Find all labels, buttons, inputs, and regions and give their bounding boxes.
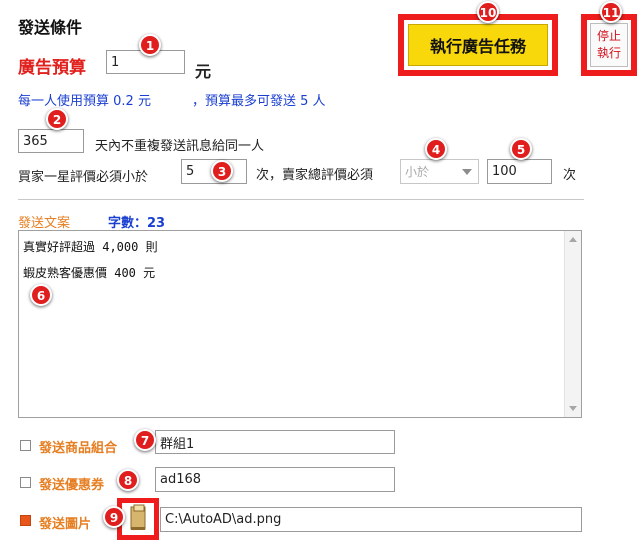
badge-10: 10 bbox=[477, 1, 499, 23]
coupon-checkbox[interactable] bbox=[20, 477, 31, 488]
image-label: 發送圖片 bbox=[39, 517, 92, 532]
chevron-down-icon bbox=[462, 169, 472, 175]
image-path-input[interactable] bbox=[160, 507, 582, 532]
run-ad-task-button[interactable]: 執行廣告任務 bbox=[398, 14, 558, 76]
coupon-input[interactable] bbox=[155, 467, 395, 492]
copy-line: 蝦皮熟客優惠價 400 元 bbox=[23, 266, 156, 280]
coupon-label: 發送優惠券 bbox=[39, 478, 105, 493]
stop-button[interactable]: 停止 執行 bbox=[581, 14, 637, 76]
buyer-rating-label: 買家一星評價必須小於 bbox=[18, 170, 149, 185]
compare-select[interactable]: 小於 bbox=[400, 159, 479, 184]
copy-line: 真實好評超過 4,000 則 bbox=[23, 240, 158, 254]
days-label: 天內不重複發送訊息給同一人 bbox=[95, 139, 265, 154]
product-group-label: 發送商品組合 bbox=[39, 441, 118, 456]
badge-6: 6 bbox=[30, 284, 52, 306]
run-ad-task-label: 執行廣告任務 bbox=[408, 24, 548, 66]
compare-select-value: 小於 bbox=[405, 165, 430, 179]
badge-5: 5 bbox=[510, 138, 532, 160]
divider bbox=[18, 199, 584, 200]
max-send-info: ，預算最多可發送 5 人 bbox=[192, 94, 326, 109]
seller-rating-label: 次，賣家總評價必須 bbox=[256, 168, 374, 183]
copy-label: 發送文案 bbox=[18, 216, 71, 231]
badge-11: 11 bbox=[600, 1, 622, 23]
copy-textarea[interactable]: 真實好評超過 4,000 則 蝦皮熟客優惠價 400 元 bbox=[18, 230, 582, 418]
days-input[interactable] bbox=[18, 129, 84, 153]
stop-button-label: 停止 執行 bbox=[590, 23, 628, 67]
copy-count: 字數：23 bbox=[108, 216, 166, 231]
product-group-checkbox[interactable] bbox=[20, 440, 31, 451]
badge-9: 9 bbox=[103, 506, 125, 528]
badge-4: 4 bbox=[425, 138, 447, 160]
budget-label: 廣告預算 bbox=[18, 58, 86, 78]
section-title: 發送條件 bbox=[18, 18, 83, 37]
product-group-input[interactable] bbox=[155, 430, 395, 454]
image-checkbox[interactable] bbox=[20, 515, 31, 526]
budget-unit: 元 bbox=[195, 62, 212, 81]
per-person-budget-info: 每一人使用預算 0.2 元 bbox=[18, 94, 151, 109]
badge-3: 3 bbox=[211, 160, 233, 182]
badge-1: 1 bbox=[139, 34, 161, 56]
badge-8: 8 bbox=[117, 469, 139, 491]
scroll-up-icon[interactable] bbox=[569, 237, 577, 242]
seller-rating-input[interactable] bbox=[487, 159, 552, 184]
scroll-down-icon[interactable] bbox=[569, 406, 577, 411]
textarea-scrollbar[interactable] bbox=[564, 231, 581, 417]
folder-file-icon bbox=[130, 504, 146, 530]
badge-7: 7 bbox=[134, 429, 156, 451]
seller-rating-unit: 次 bbox=[563, 168, 577, 183]
badge-2: 2 bbox=[46, 108, 68, 130]
